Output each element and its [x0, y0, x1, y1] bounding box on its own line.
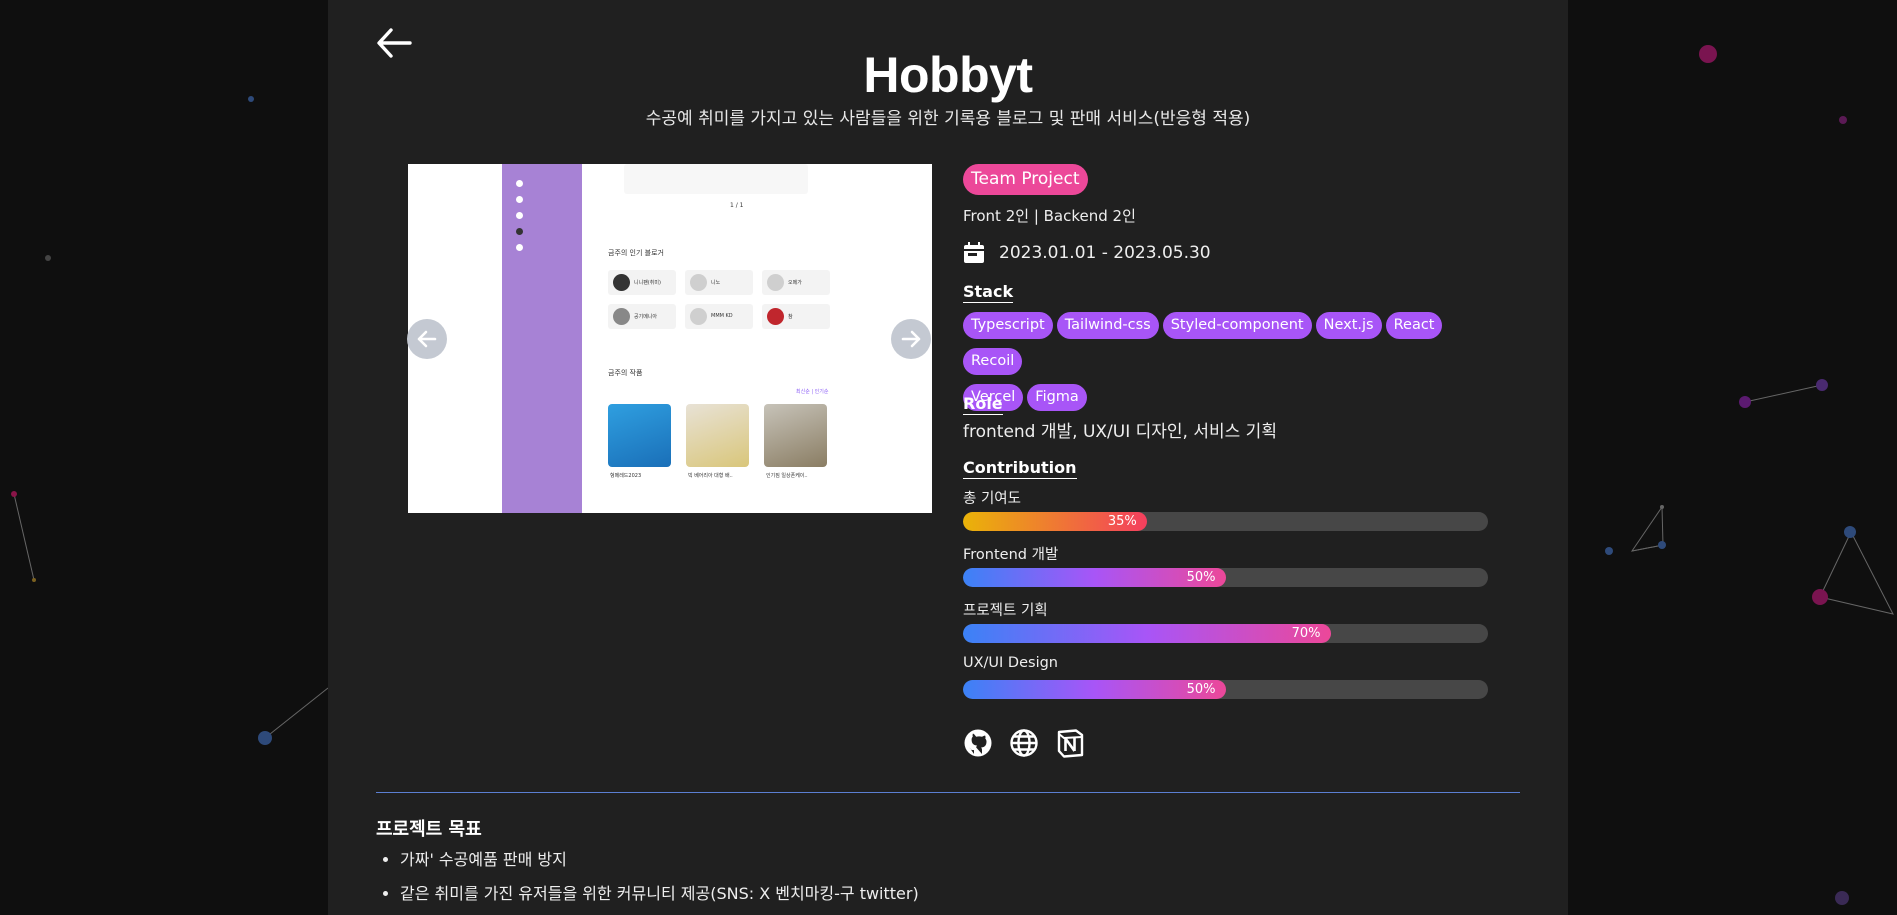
- goal-item: 가짜' 수공예품 판매 방지: [400, 846, 919, 870]
- period-text: 2023.01.01 - 2023.05.30: [999, 243, 1211, 263]
- work-title: 인기짐 일상폰케이..: [766, 473, 808, 479]
- screenshot-popular-title: 금주의 인기 블로거: [608, 249, 664, 257]
- blogger-card: 니노: [685, 270, 753, 295]
- contribution-label: Contribution: [963, 458, 1077, 479]
- screenshot-works-title: 금주의 작품: [608, 369, 643, 377]
- contribution-label-total: 총 기여도: [963, 491, 1021, 507]
- blogger-card: 공기메니아: [608, 304, 676, 329]
- work-thumbnail: [686, 404, 749, 467]
- arrow-left-icon: [417, 330, 437, 348]
- work-title: 빅 베어리아 대형 배..: [688, 473, 733, 479]
- contribution-fill: 35%: [963, 512, 1147, 531]
- calendar-icon: [963, 242, 985, 264]
- carousel-next-button[interactable]: [891, 319, 931, 359]
- project-subtitle: 수공예 취미를 가지고 있는 사람들을 위한 기록용 블로그 및 판매 서비스(…: [645, 109, 1251, 129]
- contribution-label-planning: 프로젝트 기획: [963, 603, 1048, 619]
- stack-tag: Typescript: [963, 312, 1053, 339]
- stack-tags: Typescript Tailwind-css Styled-component Ne…: [963, 312, 1503, 420]
- arrow-right-icon: [901, 330, 921, 348]
- contribution-bar-total: 35%: [963, 512, 1488, 531]
- stack-tag: Tailwind-css: [1056, 312, 1159, 339]
- screenshot-carousel[interactable]: 1 / 1 금주의 인기 블로거 니니팬(취미) 니노 오메가 공기메니아 MM…: [408, 164, 932, 513]
- carousel-prev-button[interactable]: [407, 319, 447, 359]
- section-divider: [376, 792, 1520, 793]
- stack-tag: Recoil: [963, 348, 1023, 375]
- stack-tag: Figma: [1027, 384, 1087, 411]
- blogger-card: 니니팬(취미): [608, 270, 676, 295]
- project-links: [963, 728, 1085, 758]
- contribution-bar-planning: 70%: [963, 624, 1488, 643]
- team-project-badge: Team Project: [963, 164, 1088, 195]
- project-title: Hobbyt: [863, 47, 1033, 103]
- github-icon[interactable]: [963, 728, 993, 758]
- stack-tag: Next.js: [1315, 312, 1382, 339]
- screenshot-post-card: [624, 164, 808, 194]
- blogger-card: MMM KD: [685, 304, 753, 329]
- contribution-label-frontend: Frontend 개발: [963, 547, 1059, 563]
- screenshot-sort: 최신순 | 인기순: [796, 389, 829, 395]
- contribution-fill: 50%: [963, 680, 1226, 699]
- contribution-fill: 70%: [963, 624, 1331, 643]
- contribution-bar-frontend: 50%: [963, 568, 1488, 587]
- notion-icon[interactable]: [1055, 728, 1085, 758]
- stack-tag: Styled-component: [1162, 312, 1312, 339]
- stack-label: Stack: [963, 282, 1014, 303]
- role-label: Role: [963, 394, 1003, 415]
- team-composition: Front 2인 | Backend 2인: [963, 207, 1136, 225]
- goal-item: 같은 취미를 가진 유저들을 위한 커뮤니티 제공(SNS: X 벤치마킹-구 …: [400, 880, 919, 904]
- goals-title: 프로젝트 목표: [376, 819, 482, 840]
- contribution-label-design: UX/UI Design: [963, 655, 1058, 671]
- blogger-card: 참: [762, 304, 830, 329]
- goals-list: 가짜' 수공예품 판매 방지 같은 취미를 가진 유저들을 위한 커뮤니티 제공…: [376, 846, 919, 914]
- contribution-fill: 50%: [963, 568, 1226, 587]
- screenshot-pagination: 1 / 1: [730, 202, 744, 209]
- stack-tag: React: [1385, 312, 1443, 339]
- work-thumbnail: [608, 404, 671, 467]
- blogger-card: 오메가: [762, 270, 830, 295]
- project-period: 2023.01.01 - 2023.05.30: [963, 242, 1211, 264]
- role-text: frontend 개발, UX/UI 디자인, 서비스 기획: [963, 422, 1277, 442]
- screenshot-sidebar: [502, 164, 582, 513]
- globe-icon[interactable]: [1009, 728, 1039, 758]
- contribution-bar-design: 50%: [963, 680, 1488, 699]
- work-title: 헝메레드2023: [610, 473, 642, 479]
- work-thumbnail: [764, 404, 827, 467]
